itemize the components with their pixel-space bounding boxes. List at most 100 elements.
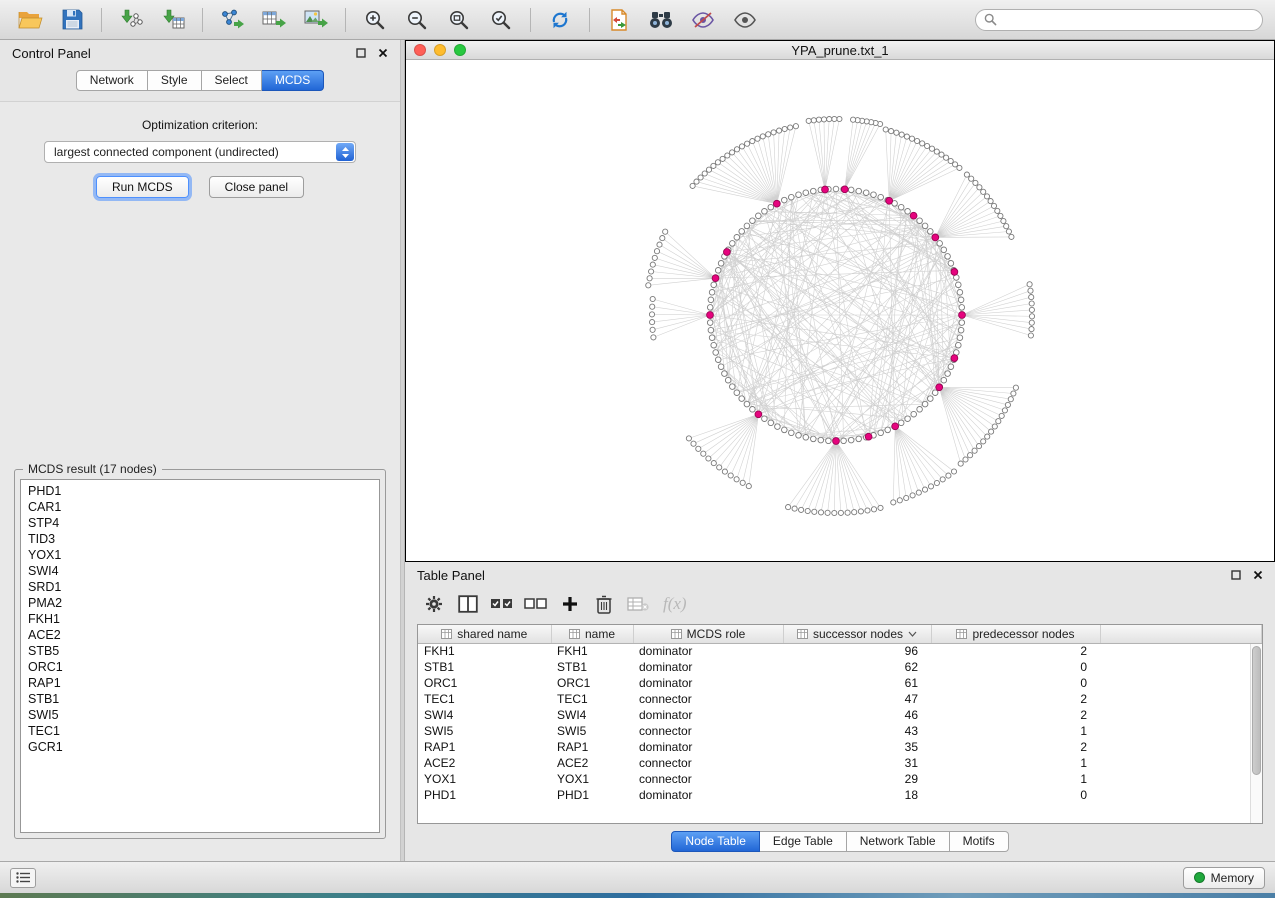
mcds-result-item[interactable]: SWI4: [21, 563, 379, 579]
table-cell: dominator: [633, 739, 783, 755]
export-network-button[interactable]: [214, 5, 250, 35]
window-zoom-button[interactable]: [454, 44, 466, 56]
table-panel-tabs: Node TableEdge TableNetwork TableMotifs: [671, 831, 1008, 852]
show-columns-button[interactable]: [453, 592, 483, 616]
column-settings-button[interactable]: [419, 592, 449, 616]
table-row[interactable]: RAP1RAP1dominator352: [418, 739, 1262, 755]
table-row[interactable]: STB1STB1dominator620: [418, 659, 1262, 675]
table-cell: dominator: [633, 675, 783, 691]
mcds-result-item[interactable]: TEC1: [21, 723, 379, 739]
mcds-result-item[interactable]: STB1: [21, 691, 379, 707]
table-scrollbar[interactable]: [1250, 644, 1262, 823]
tab-network-table[interactable]: Network Table: [847, 831, 950, 852]
export-document-button[interactable]: [601, 5, 637, 35]
toolbar-separator: [345, 8, 346, 32]
float-table-panel-button[interactable]: [1231, 570, 1241, 580]
search-input[interactable]: [1003, 13, 1254, 27]
column-header-name[interactable]: name: [551, 625, 633, 643]
table-row[interactable]: TEC1TEC1connector472: [418, 691, 1262, 707]
document-share-icon: [609, 9, 629, 31]
close-table-panel-button[interactable]: [1253, 570, 1263, 580]
run-mcds-button[interactable]: Run MCDS: [96, 176, 189, 198]
column-header-predecessor-nodes[interactable]: predecessor nodes: [931, 625, 1100, 643]
zoom-fit-button[interactable]: [441, 5, 477, 35]
eye-icon: [733, 11, 757, 29]
tab-mcds[interactable]: MCDS: [262, 70, 324, 91]
select-all-button[interactable]: [487, 592, 517, 616]
table-cell-filler: [1100, 643, 1262, 659]
table-row[interactable]: ACE2ACE2connector311: [418, 755, 1262, 771]
table-row[interactable]: YOX1YOX1connector291: [418, 771, 1262, 787]
mcds-result-item[interactable]: SRD1: [21, 579, 379, 595]
tab-edge-table[interactable]: Edge Table: [760, 831, 847, 852]
mcds-result-item[interactable]: SWI5: [21, 707, 379, 723]
tab-network[interactable]: Network: [76, 70, 148, 91]
close-mcds-panel-button[interactable]: Close panel: [209, 176, 304, 198]
function-builder-button[interactable]: f(x): [663, 594, 687, 614]
show-all-button[interactable]: [727, 5, 763, 35]
mcds-result-item[interactable]: TID3: [21, 531, 379, 547]
table-row[interactable]: PHD1PHD1dominator180: [418, 787, 1262, 803]
tab-select[interactable]: Select: [202, 70, 262, 91]
mcds-result-item[interactable]: CAR1: [21, 499, 379, 515]
mcds-result-list[interactable]: PHD1CAR1STP4TID3YOX1SWI4SRD1PMA2FKH1ACE2…: [20, 479, 380, 833]
zoom-selected-button[interactable]: [483, 5, 519, 35]
deselect-all-button[interactable]: [521, 592, 551, 616]
table-row[interactable]: FKH1FKH1dominator962: [418, 643, 1262, 659]
mcds-result-item[interactable]: STB5: [21, 643, 379, 659]
table-row[interactable]: ORC1ORC1dominator610: [418, 675, 1262, 691]
save-session-button[interactable]: [54, 5, 90, 35]
delete-column-button[interactable]: [589, 592, 619, 616]
import-network-button[interactable]: [113, 5, 149, 35]
column-header-successor-nodes[interactable]: successor nodes: [783, 625, 931, 643]
column-header-shared-name[interactable]: shared name: [418, 625, 551, 643]
close-panel-button[interactable]: [378, 48, 388, 58]
table-cell: 1: [931, 771, 1100, 787]
memory-button[interactable]: Memory: [1183, 867, 1265, 889]
add-column-button[interactable]: [555, 592, 585, 616]
mcds-result-item[interactable]: PHD1: [21, 483, 379, 499]
table-cell: 31: [783, 755, 931, 771]
mcds-result-item[interactable]: PMA2: [21, 595, 379, 611]
table-cell: 35: [783, 739, 931, 755]
delete-table-button[interactable]: [623, 592, 653, 616]
zoom-in-button[interactable]: [357, 5, 393, 35]
close-icon: [378, 48, 388, 58]
mcds-result-item[interactable]: GCR1: [21, 739, 379, 755]
open-network-button[interactable]: [12, 5, 48, 35]
mcds-result-item[interactable]: ORC1: [21, 659, 379, 675]
tab-motifs[interactable]: Motifs: [950, 831, 1009, 852]
hide-selection-button[interactable]: [685, 5, 721, 35]
toolbar-separator: [530, 8, 531, 32]
export-network-icon: [220, 9, 245, 30]
table-panel-title: Table Panel: [417, 568, 485, 583]
criterion-select[interactable]: largest connected component (undirected): [44, 141, 356, 163]
export-image-button[interactable]: [298, 5, 334, 35]
table-cell: STB1: [551, 659, 633, 675]
window-minimize-button[interactable]: [434, 44, 446, 56]
column-header-MCDS-role[interactable]: MCDS role: [633, 625, 783, 643]
mcds-result-item[interactable]: YOX1: [21, 547, 379, 563]
import-table-button[interactable]: [155, 5, 191, 35]
float-panel-button[interactable]: [356, 48, 366, 58]
table-row[interactable]: SWI5SWI5connector431: [418, 723, 1262, 739]
mcds-result-item[interactable]: STP4: [21, 515, 379, 531]
scrollbar-thumb[interactable]: [1252, 646, 1261, 775]
tab-node-table[interactable]: Node Table: [671, 831, 760, 852]
mcds-tab-content: Optimization criterion: largest connecte…: [0, 101, 400, 861]
refresh-button[interactable]: [542, 5, 578, 35]
tab-style[interactable]: Style: [148, 70, 202, 91]
zoom-out-button[interactable]: [399, 5, 435, 35]
mcds-result-item[interactable]: RAP1: [21, 675, 379, 691]
network-graph[interactable]: [406, 60, 1274, 561]
panel-menu-button[interactable]: [10, 868, 36, 888]
search-box[interactable]: [975, 9, 1263, 31]
export-table-button[interactable]: [256, 5, 292, 35]
table-cell: FKH1: [551, 643, 633, 659]
find-button[interactable]: [643, 5, 679, 35]
network-window-title: YPA_prune.txt_1: [406, 43, 1274, 58]
table-row[interactable]: SWI4SWI4dominator462: [418, 707, 1262, 723]
mcds-result-item[interactable]: ACE2: [21, 627, 379, 643]
mcds-result-item[interactable]: FKH1: [21, 611, 379, 627]
window-close-button[interactable]: [414, 44, 426, 56]
